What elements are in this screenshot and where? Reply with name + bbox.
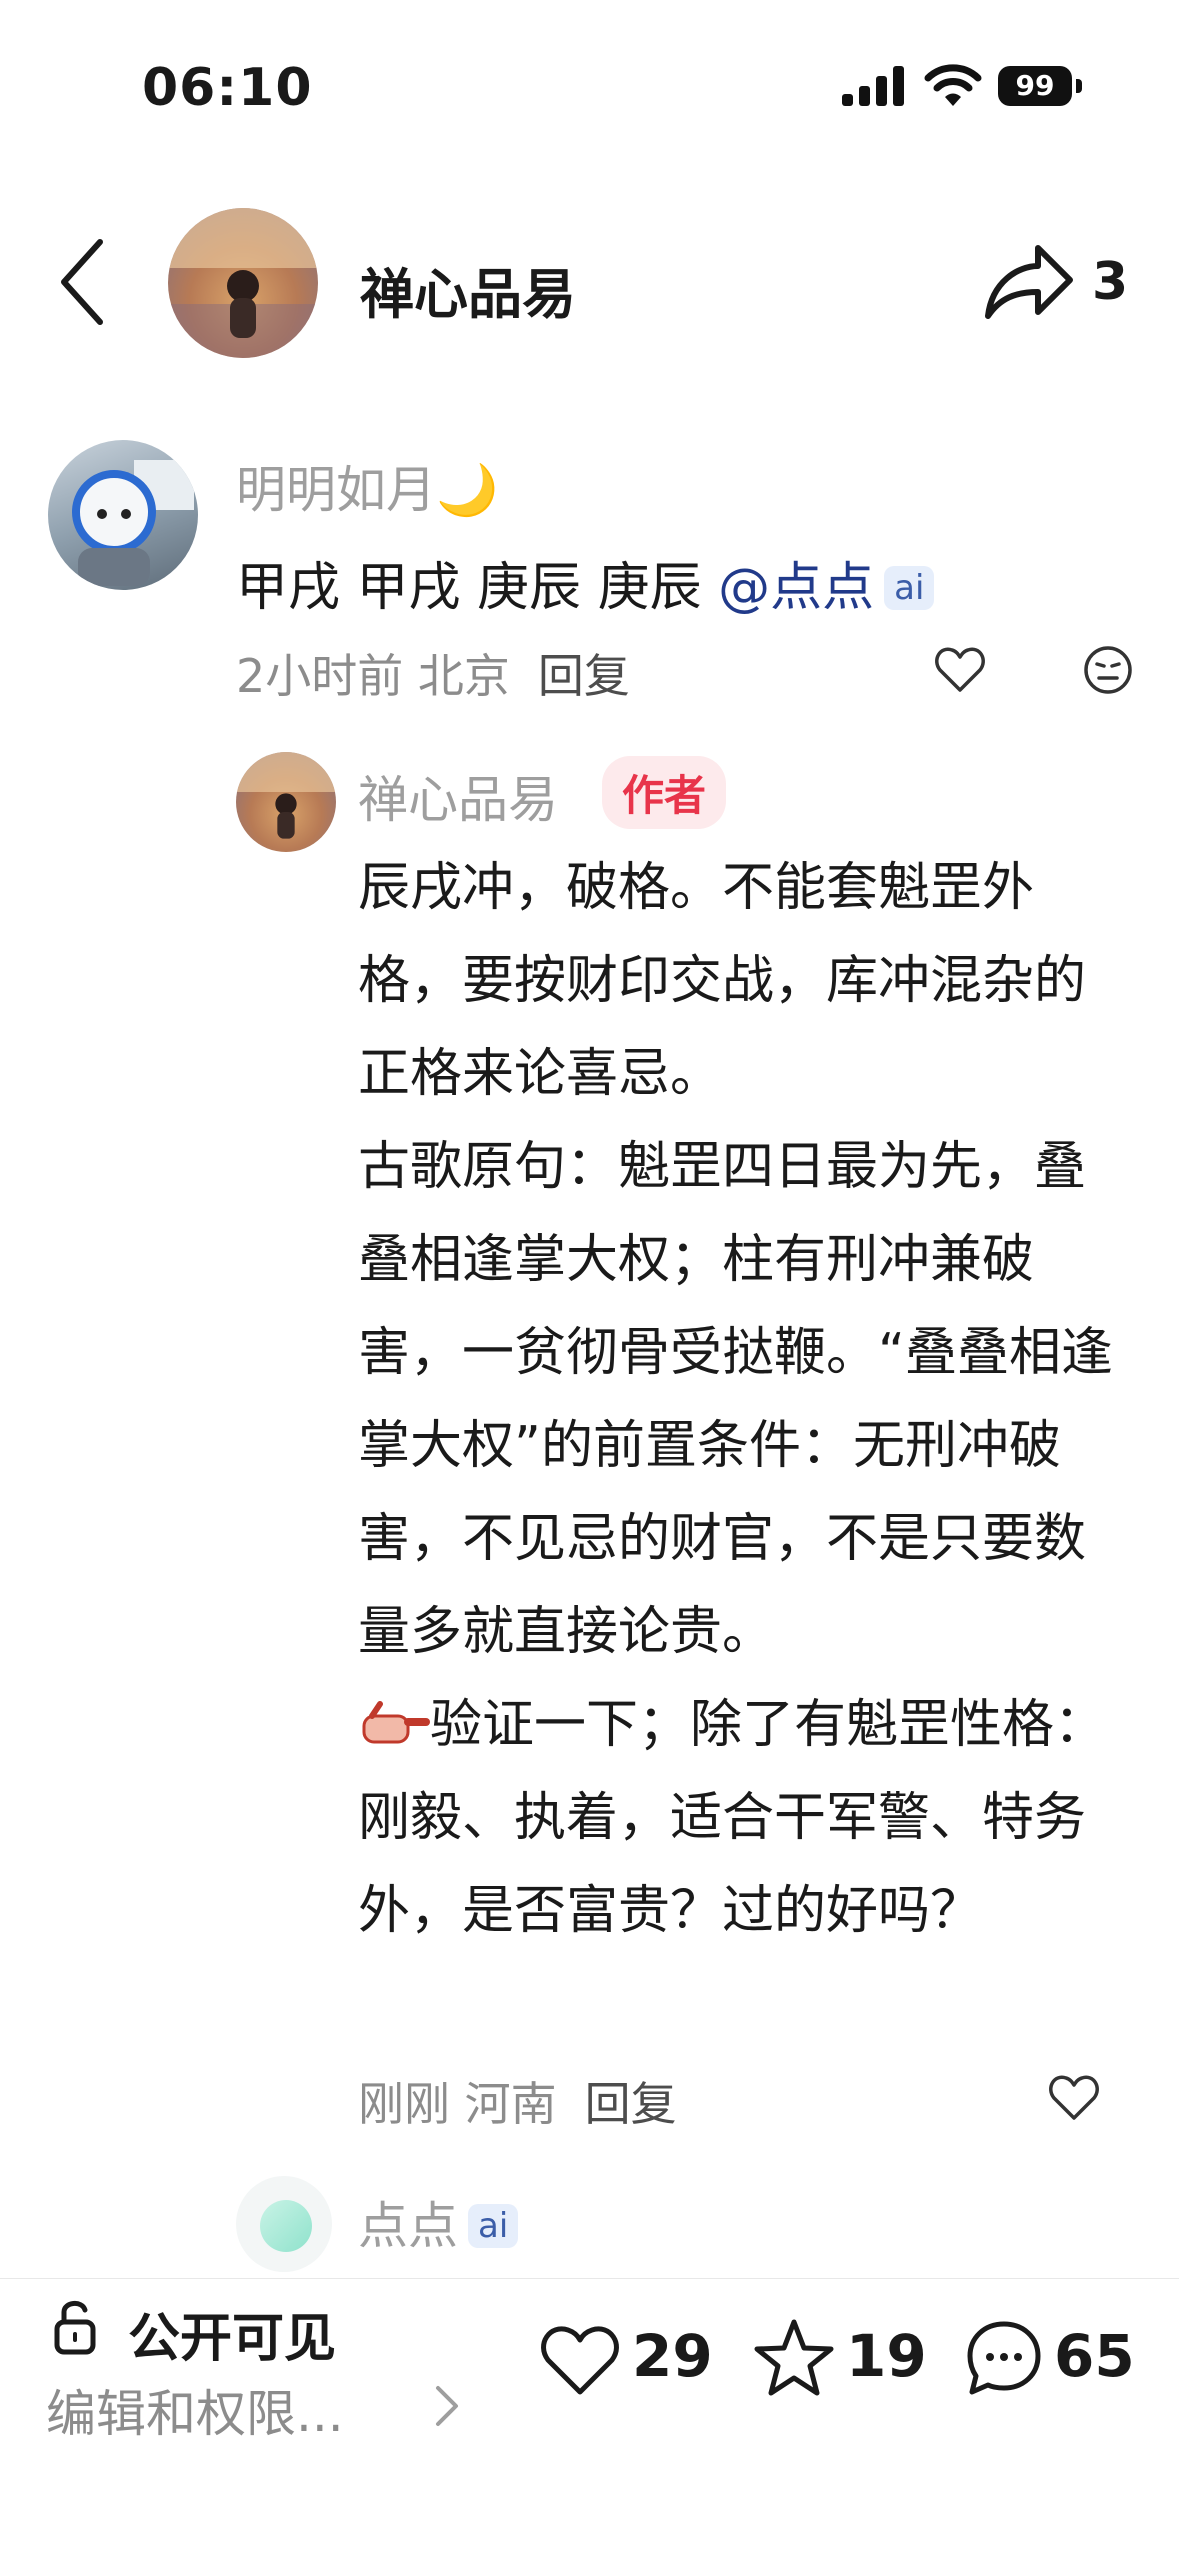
reply-meta: 刚刚 河南 回复 [358,2068,677,2134]
visibility-label[interactable]: 公开可见 [128,2296,336,2371]
comment-icon[interactable] [964,2318,1044,2398]
page-title: 禅心品易 [360,263,576,326]
wifi-icon [924,64,982,106]
reply-paragraph-last: 验证一下；除了有魁罡性格：刚毅、执着，适合干军警、特务外，是否富贵？过的好吗？ [358,1679,1128,1958]
reply-paragraph: 辰戌冲，破格。不能套魁罡外格，要按财印交战，库冲混杂的正格来论喜忌。 [358,858,1087,1104]
thumbs-pointing-icon [362,1701,430,1744]
reply-avatar[interactable] [236,752,336,852]
ai-reply-name[interactable]: 点点 ai [358,2186,519,2258]
battery-indicator: 99 [998,66,1084,106]
chevron-right-icon[interactable] [434,2384,460,2428]
reply-button[interactable]: 回复 [585,2077,677,2131]
battery-level: 99 [998,66,1072,106]
back-icon[interactable] [56,236,108,328]
header-avatar[interactable] [168,208,318,358]
reply-author-name[interactable]: 禅心品易 [358,760,558,832]
reply-time-location: 刚刚 河南 [358,2077,557,2131]
comment-meta: 2小时前 北京 回复 [236,640,630,706]
share-icon[interactable] [978,236,1078,326]
author-badge: 作者 [602,756,727,829]
like-icon[interactable] [540,2324,620,2396]
like-count: 29 [632,2322,713,2390]
comment-count: 65 [1054,2322,1135,2390]
cellular-signal-icon [842,66,904,106]
edit-permissions-link[interactable]: 编辑和权限... [46,2374,344,2446]
heart-icon[interactable] [1048,2072,1100,2122]
comment-time-location: 2小时前 北京 [236,649,510,703]
heart-icon[interactable] [934,644,986,694]
favorite-count: 19 [846,2322,927,2390]
reply-text: 辰戌冲，破格。不能套魁罡外格，要按财印交战，库冲混杂的正格来论喜忌。 古歌原句：… [358,842,1128,1958]
commenter-name[interactable]: 明明如月🌙 [236,450,498,522]
mention-link[interactable]: @点点 [718,558,874,618]
dislike-face-icon[interactable] [1082,644,1134,696]
ai-avatar[interactable] [236,2176,332,2272]
comment-text-main: 甲戌 甲戌 庚辰 庚辰 [236,558,719,618]
reply-paragraph-last-text: 验证一下；除了有魁罡性格：刚毅、执着，适合干军警、特务外，是否富贵？过的好吗？ [358,1695,1107,1941]
reply-paragraph: 古歌原句：魁罡四日最为先，叠叠相逢掌大权；柱有刑冲兼破害，一贫彻骨受挞鞭。“叠叠… [358,1137,1113,1662]
ai-badge: ai [884,566,935,610]
commenter-avatar[interactable] [48,440,198,590]
ai-reply-user: 点点 [358,2197,458,2255]
reply-button[interactable]: 回复 [538,649,630,703]
ai-badge: ai [468,2204,519,2248]
star-icon[interactable] [754,2318,834,2396]
unlock-icon [54,2301,96,2355]
status-time: 06:10 [142,58,313,118]
comment-text: 甲戌 甲戌 庚辰 庚辰 @点点 ai [236,545,935,620]
share-count: 3 [1092,252,1129,312]
